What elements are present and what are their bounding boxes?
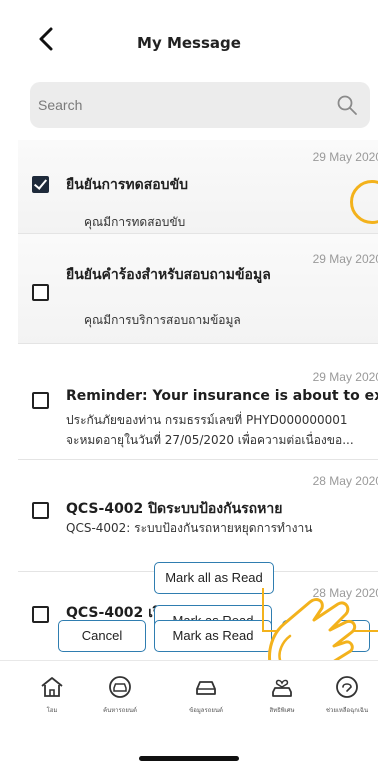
message-date: 29 May 2020 [312,252,378,266]
tab-home[interactable]: โฮม [27,675,77,715]
message-date: 29 May 2020 [312,370,378,384]
home-icon [41,677,63,697]
message-item[interactable]: 29 May 2020 Reminder: Your insurance is … [18,344,378,460]
message-title: ยืนยันคำร้องสำหรับสอบถามข้อมูล [66,267,271,283]
tab-car-search[interactable]: ค้นหารถยนต์ [78,675,162,715]
message-subtitle: คุณมีการทดสอบขับ [84,215,186,229]
tab-privileges[interactable]: สิทธิพิเศษ [252,675,312,715]
home-indicator [139,756,239,761]
tab-label: ข้อมูลรถยนต์ [189,707,223,714]
message-line-2: จะหมดอายุในวันที่ 27/05/2020 เพื่อความต่… [66,433,354,447]
message-title: QCS-4002 ปิดระบบป้องกันรถหาย [66,501,283,517]
car-search-icon [109,676,131,698]
message-line-1: ประกันภัยของท่าน กรมธรรม์เลขที่ PHYD0000… [66,413,348,427]
message-item[interactable]: 29 May 2020 ยืนยันการทดสอบขับ คุณมีการทด… [18,140,378,234]
message-checkbox[interactable] [32,502,49,519]
search-input[interactable] [38,82,318,128]
cancel-button[interactable]: Cancel [58,620,146,652]
tab-label: โฮม [46,707,58,714]
page-title: My Message [137,34,241,52]
tab-label: สิทธิพิเศษ [269,707,295,714]
message-checkbox[interactable] [32,392,49,409]
message-checkbox[interactable] [32,284,49,301]
message-subtitle: คุณมีการบริการสอบถามข้อมูล [84,313,241,327]
message-checkbox[interactable] [32,176,49,193]
message-date: 29 May 2020 [312,150,378,164]
message-item[interactable]: 29 May 2020 ยืนยันคำร้องสำหรับสอบถามข้อม… [18,234,378,344]
message-subtitle: QCS-4002: ระบบป้องกันรถหายหยุดการทำงาน [66,521,313,535]
tab-bar: โฮม ค้นหารถยนต์ ข้อมูลรถยนต์ สิทธิพิเศษ … [0,660,378,740]
tab-car-info[interactable]: ข้อมูลรถยนต์ [171,675,241,715]
search-icon[interactable] [336,94,358,116]
message-title: Reminder: Your insurance is about to exp… [66,388,378,404]
message-item[interactable]: 28 May 2020 QCS-4002 ปิดระบบป้องกันรถหาย… [18,460,378,572]
tab-label: ช่วยเหลือฉุกเฉิน [325,707,369,714]
message-date: 28 May 2020 [312,474,378,488]
car-heart-icon [272,679,292,697]
tab-assistance[interactable]: ช่วยเหลือฉุกเฉิน [316,675,378,715]
tab-label: ค้นหารถยนต์ [103,707,137,714]
message-checkbox[interactable] [32,606,49,623]
assistance-icon [336,676,358,698]
message-title: ยืนยันการทดสอบขับ [66,177,189,193]
search-bar [30,82,370,128]
header: My Message [0,0,378,80]
car-icon [196,681,216,695]
